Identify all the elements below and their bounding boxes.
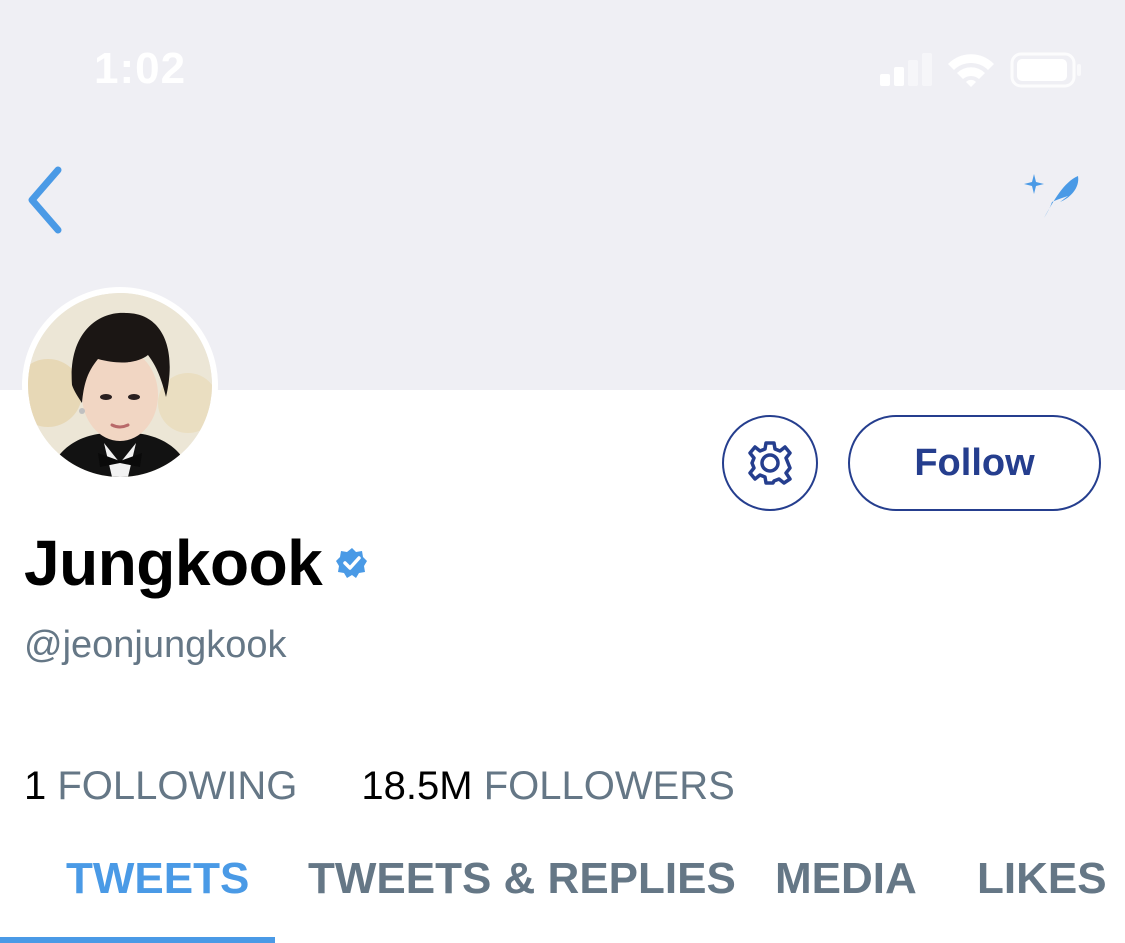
wifi-icon <box>948 54 994 87</box>
profile-name-row: Jungkook <box>24 526 368 600</box>
sparkle-feather-icon <box>1024 174 1079 218</box>
followers-label: FOLLOWERS <box>483 764 735 808</box>
battery-icon <box>1010 52 1081 88</box>
chevron-left-icon <box>28 166 62 234</box>
tab-tweets[interactable]: TWEETS <box>66 854 249 904</box>
profile-tabs: TWEETS TWEETS & REPLIES MEDIA LIKES <box>0 848 1125 943</box>
followers-count: 18.5M <box>361 764 473 808</box>
back-button[interactable] <box>18 160 78 240</box>
tab-tweets-and-replies[interactable]: TWEETS & REPLIES <box>308 854 736 904</box>
profile-settings-button[interactable] <box>722 415 818 511</box>
followers-stat[interactable]: 18.5M FOLLOWERS <box>361 764 734 809</box>
follow-button[interactable]: Follow <box>848 415 1101 511</box>
profile-display-name: Jungkook <box>24 527 323 599</box>
tab-likes[interactable]: LIKES <box>977 854 1107 904</box>
profile-avatar[interactable] <box>22 287 218 483</box>
following-stat[interactable]: 1 FOLLOWING <box>24 764 297 809</box>
following-label: FOLLOWING <box>57 764 298 808</box>
avatar-photo <box>28 293 212 477</box>
gear-icon <box>748 441 792 485</box>
status-time: 1:02 <box>94 44 187 93</box>
active-tab-indicator <box>0 937 275 943</box>
following-count: 1 <box>24 764 47 808</box>
profile-handle: @jeonjungkook <box>24 624 287 666</box>
verified-badge-icon <box>336 547 368 584</box>
compose-tweet-button[interactable] <box>1020 168 1090 228</box>
status-icons <box>880 52 1090 88</box>
tab-media[interactable]: MEDIA <box>775 854 917 904</box>
profile-stats: 1 FOLLOWING 18.5M FOLLOWERS <box>24 764 735 809</box>
signal-icon <box>880 53 932 86</box>
